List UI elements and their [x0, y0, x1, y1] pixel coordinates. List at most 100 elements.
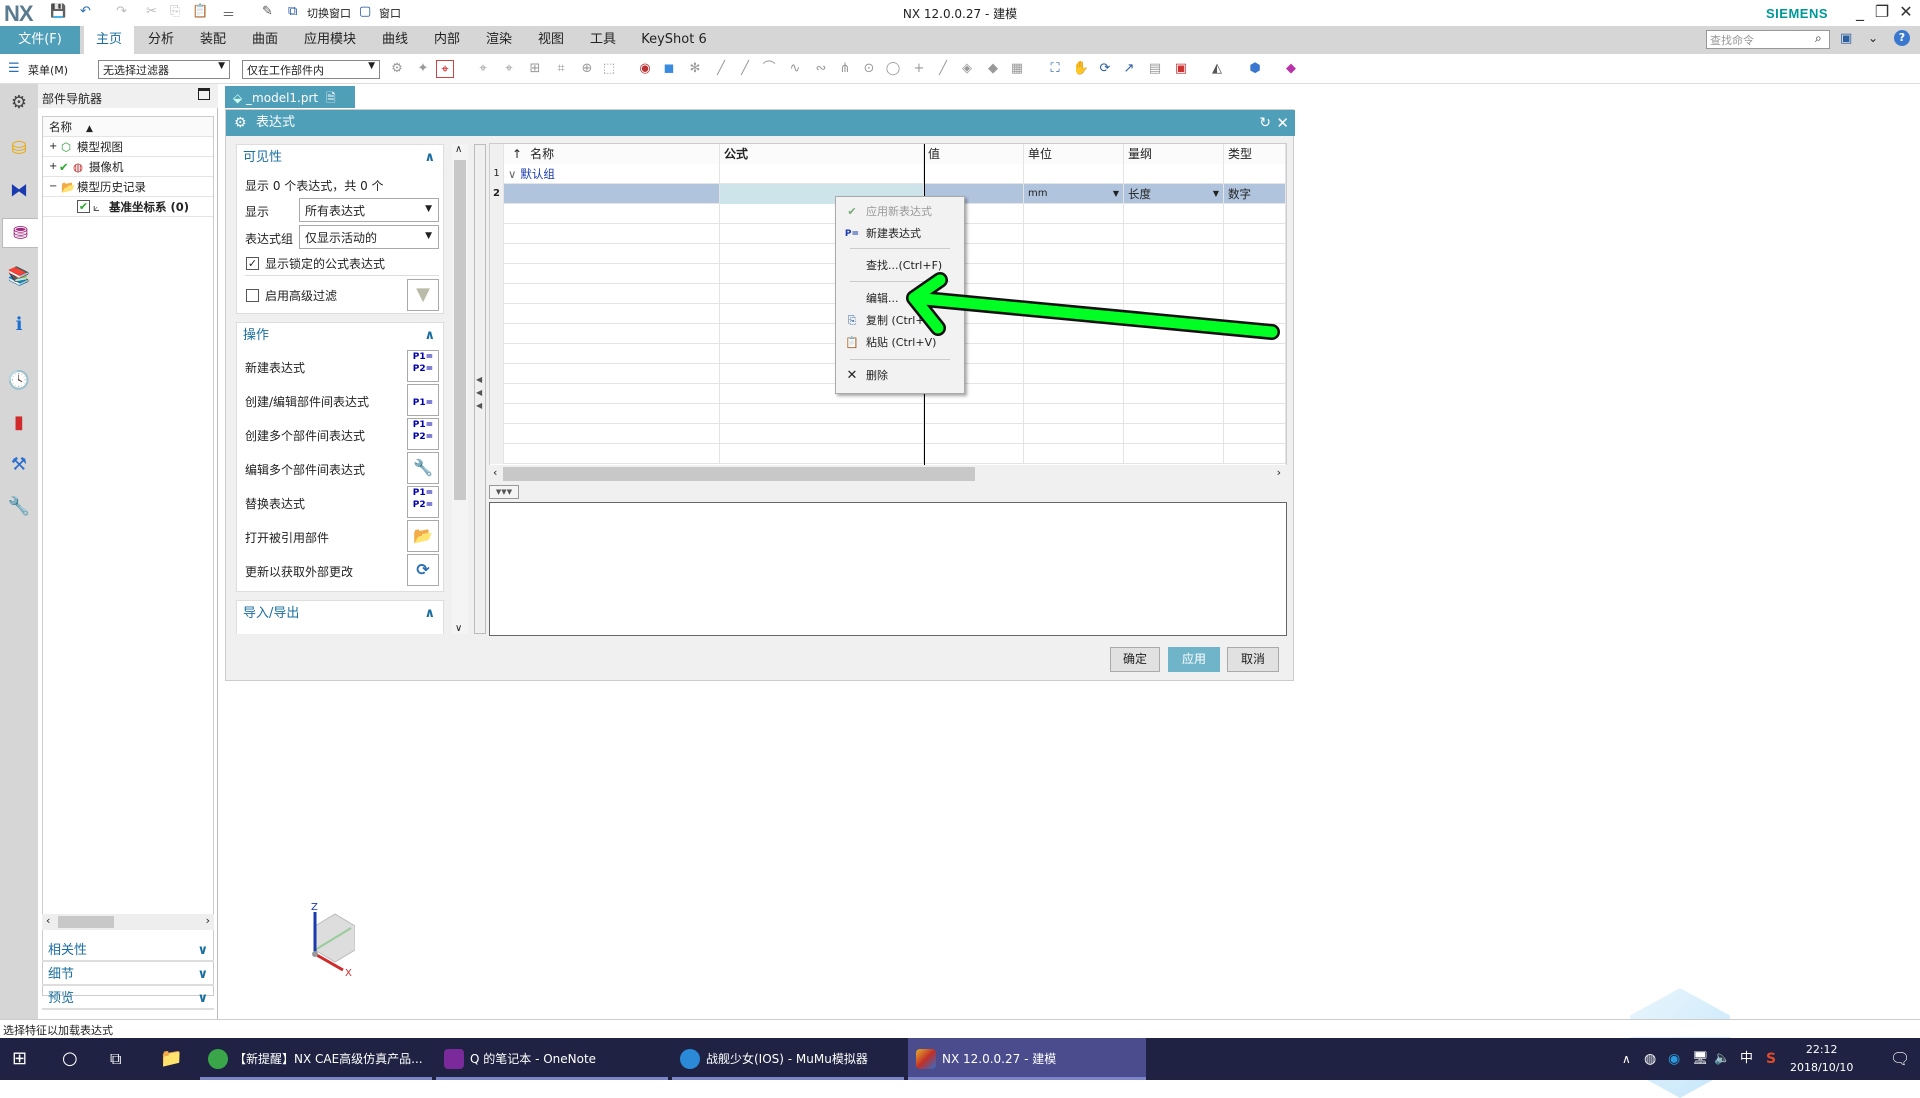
advanced-filter-checkbox[interactable] [246, 289, 259, 302]
chevron-up-icon[interactable]: ∧ [424, 323, 435, 349]
tree-node[interactable]: + ✔ ◍ 摄像机 [43, 157, 213, 177]
op-open-referenced-part[interactable]: 打开被引用部件 📂 [237, 519, 445, 553]
control-point-icon[interactable]: ⊞ [526, 60, 544, 78]
reuse-library-icon[interactable]: 📚 [4, 262, 34, 292]
menu-item-new-expression[interactable]: P= 新建表达式 [836, 223, 964, 245]
orient-view-icon[interactable]: ↗ [1120, 60, 1138, 78]
replace-expression-icon[interactable]: P1= P2= [407, 486, 439, 518]
name-cell[interactable] [504, 184, 720, 204]
file-tab[interactable]: 文件(F) [0, 26, 80, 54]
expand-icon[interactable]: + [49, 137, 57, 157]
layer-icon[interactable]: ▤ [1146, 60, 1164, 78]
visibility-header[interactable]: 可见性 ∧ [237, 145, 443, 171]
command-search-input[interactable]: 查找命令 [1706, 30, 1830, 49]
tab-tools[interactable]: 工具 [578, 26, 628, 54]
navigator-horizontal-scrollbar[interactable]: ‹ › [42, 914, 214, 930]
column-header-formula[interactable]: 公式 [720, 144, 924, 164]
tab-curve[interactable]: 曲线 [370, 26, 420, 54]
palette-icon[interactable]: ▮ [4, 408, 34, 438]
point-icon[interactable]: ✻ [686, 60, 704, 78]
render-icon[interactable]: ◆ [1282, 60, 1300, 78]
group-name-cell[interactable]: ∨ 默认组 [504, 164, 720, 184]
section-preview[interactable]: 预览 ∨ [42, 988, 214, 1010]
column-header-type[interactable]: 类型 [1224, 144, 1286, 164]
taskbar-app-nx[interactable]: NX 12.0.0.27 - 建模 [908, 1038, 1146, 1080]
snap-icon[interactable]: ✦ [414, 60, 432, 78]
close-window-button[interactable]: ✕ [1894, 2, 1918, 21]
expand-editor-button[interactable]: ▼▼▼ [489, 485, 519, 499]
ribbon-options-icon[interactable]: ⌄ [1868, 31, 1878, 45]
panel-collapse-bar[interactable]: ◀ ◀ ◀ [474, 144, 486, 634]
minimize-button[interactable]: _ [1848, 2, 1872, 21]
multi-link-icon[interactable]: P1= P2= [407, 418, 439, 450]
network-icon[interactable]: 🖥 [1692, 1038, 1709, 1080]
ok-button[interactable]: 确定 [1110, 647, 1160, 672]
clock[interactable]: 22:12 2018/10/10 [1790, 1041, 1853, 1077]
line2-icon[interactable]: ╱ [736, 60, 754, 78]
ime-indicator[interactable]: 中 [1740, 1038, 1753, 1080]
ellipse-icon[interactable]: ◯ [884, 60, 902, 78]
intersection-icon[interactable]: ⌗ [552, 60, 570, 78]
general-selection-intent-icon[interactable]: ⚙ [388, 60, 406, 78]
table-row[interactable]: 1 ∨ 默认组 [490, 164, 1286, 184]
type-cell[interactable]: 数字 [1224, 184, 1286, 204]
scroll-right-icon[interactable]: › [206, 914, 210, 927]
sogou-icon[interactable]: S [1766, 1038, 1776, 1080]
history-icon[interactable]: 🕓 [4, 366, 34, 396]
unit-dropdown[interactable]: mm ▼ [1024, 184, 1124, 204]
expand-icon[interactable]: + [49, 157, 57, 177]
rotate-icon[interactable]: ⟳ [1096, 60, 1114, 78]
column-header-value[interactable]: 值 [924, 144, 1024, 164]
scroll-up-icon[interactable]: ∧ [455, 144, 462, 155]
interpart-link-icon[interactable]: P1= [407, 384, 439, 416]
plus-icon[interactable]: + [910, 60, 928, 78]
expression-editor-textarea[interactable] [489, 502, 1287, 636]
type-cell[interactable] [1224, 164, 1286, 184]
process-studio-icon[interactable]: ⚒ [4, 450, 34, 480]
edit-link-icon[interactable]: 🔧 [407, 452, 439, 484]
tab-home[interactable]: 主页 [84, 26, 134, 54]
fit-view-icon[interactable]: ⛶ [1046, 60, 1064, 78]
unit-cell[interactable] [1024, 164, 1124, 184]
midpoint-icon[interactable]: ⌖ [500, 60, 518, 78]
scroll-thumb[interactable] [58, 916, 114, 928]
taskbar-app-browser[interactable]: 【新提醒】NX CAE高级仿真产品... [200, 1038, 432, 1080]
left-panel-scrollbar[interactable]: ∧ ∨ [452, 144, 468, 634]
surface-icon[interactable]: ◆ [984, 60, 1002, 78]
part-navigator-icon[interactable]: ⛃ [2, 218, 38, 248]
dimension-cell[interactable] [1124, 164, 1224, 184]
selection-filter-dropdown[interactable]: 无选择过滤器 ▼ [98, 60, 230, 79]
tree-node[interactable]: − 📂 模型历史记录 [43, 177, 213, 197]
scroll-left-icon[interactable]: ‹ [46, 914, 50, 927]
endpoint-icon[interactable]: ⌖ [474, 60, 492, 78]
solid-body-icon[interactable]: ◼ [660, 60, 678, 78]
check-icon[interactable]: ✔ [59, 157, 69, 177]
menu-item-delete[interactable]: ✕ 删除 [836, 365, 964, 387]
column-header-dimension[interactable]: 量纲 [1124, 144, 1224, 164]
cortana-icon[interactable]: ○ [62, 1038, 78, 1080]
line3-icon[interactable]: ╱ [934, 60, 952, 78]
windows-start-icon[interactable]: ⊞ [12, 1038, 27, 1080]
tab-analysis[interactable]: 分析 [136, 26, 186, 54]
file-explorer-icon[interactable]: 📁 [160, 1038, 182, 1080]
center-icon[interactable]: ⊕ [578, 60, 596, 78]
menu-icon[interactable]: ☰ [8, 61, 20, 76]
help-icon[interactable]: ? [1894, 30, 1910, 46]
dimension-dropdown[interactable]: 长度 ▼ [1124, 184, 1224, 204]
op-new-expression[interactable]: 新建表达式 P1= P2= [237, 349, 445, 383]
volume-icon[interactable]: 🔈 [1714, 1038, 1730, 1080]
filter-icon[interactable]: ▼ [407, 279, 439, 311]
op-edit-multi-interpart[interactable]: 编辑多个部件间表达式 🔧 [237, 451, 445, 485]
update-spreadsheet-icon[interactable]: ⟳ [407, 554, 439, 586]
maximize-panel-icon[interactable] [198, 88, 210, 100]
line-icon[interactable]: ╱ [712, 60, 730, 78]
group-dropdown[interactable]: 仅显示活动的 ▼ [299, 225, 439, 249]
collapse-arrows-icon[interactable]: ◀ ◀ ◀ [476, 373, 482, 412]
show-locked-checkbox[interactable]: ✓ [246, 257, 259, 270]
pan-icon[interactable]: ✋ [1072, 60, 1090, 78]
cancel-button[interactable]: 取消 [1227, 647, 1279, 672]
close-dialog-icon[interactable]: ✕ [1276, 110, 1289, 136]
collapse-icon[interactable]: − [49, 177, 57, 197]
op-replace-expression[interactable]: 替换表达式 P1= P2= [237, 485, 445, 519]
search-icon[interactable]: ⌕ [1815, 31, 1822, 46]
